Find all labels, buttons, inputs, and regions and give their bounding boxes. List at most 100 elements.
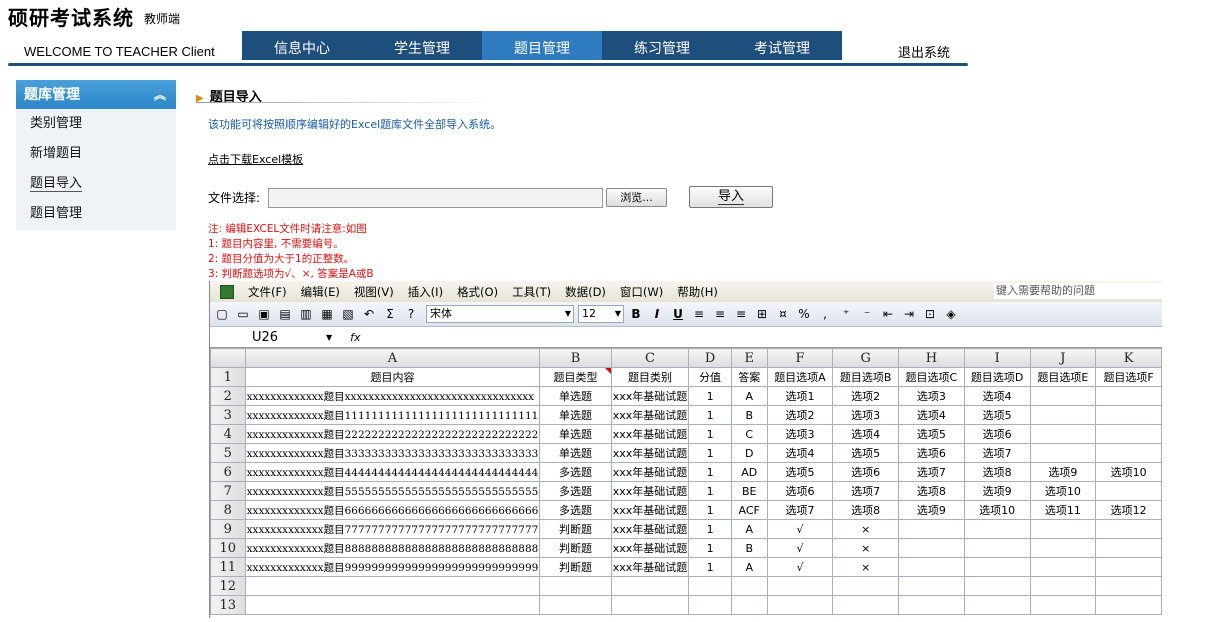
excel-cell: xxxxxxxxxxxxx题目2222222222222222222222222… xyxy=(244,424,541,444)
excel-cell: 分值 xyxy=(688,367,732,387)
excel-cell: 选项7 xyxy=(963,443,1031,463)
excel-row: 8 xxxxxxxxxxxxx题目666666666666666666666666… xyxy=(210,500,1162,520)
nav-student-management[interactable]: 学生管理 xyxy=(362,31,482,60)
excel-cell xyxy=(244,595,541,615)
excel-cell xyxy=(1095,386,1162,406)
column-letter: D xyxy=(688,348,732,368)
excel-cell: xxxxxxxxxxxxx题目6666666666666666666666666… xyxy=(244,500,541,520)
logout-link[interactable]: 退出系统 xyxy=(898,42,950,61)
nav-info-center[interactable]: 信息中心 xyxy=(242,31,362,60)
excel-cell: xxx年基础试题 xyxy=(610,519,690,539)
excel-cell xyxy=(898,557,965,577)
excel-cell: 选项11 xyxy=(1029,500,1097,520)
row-number: 5 xyxy=(210,443,246,463)
excel-cell: 判断题 xyxy=(539,557,612,577)
excel-cell xyxy=(898,595,965,615)
excel-cell: xxxxxxxxxxxxx题目xxxxxxxxxxxxxxxxxxxxxxxxx… xyxy=(244,386,541,406)
excel-cell: 选项4 xyxy=(832,424,900,444)
excel-cell: 1 xyxy=(688,405,732,425)
dropdown-arrow-icon: ▼ xyxy=(564,309,571,318)
browse-button[interactable]: 浏览... xyxy=(606,188,667,207)
sidebar-item-import[interactable]: 题目导入 xyxy=(16,169,176,199)
excel-menu-item: 窗口(W) xyxy=(619,284,664,299)
excel-cell: 单选题 xyxy=(539,443,612,463)
file-path-input[interactable] xyxy=(268,188,603,208)
excel-cell: 选项7 xyxy=(898,462,965,482)
excel-row: 11 xxxxxxxxxxxxx题目99999999999999999999999… xyxy=(210,557,1162,577)
align-left-icon: ≡ xyxy=(693,307,705,321)
excel-menu-item: 数据(D) xyxy=(565,284,606,299)
excel-cell: AD xyxy=(730,462,768,482)
outdent-icon: ⇥ xyxy=(903,307,915,321)
row-number: 9 xyxy=(210,519,246,539)
sum-icon: Σ xyxy=(386,307,394,321)
excel-cell: 1 xyxy=(688,386,732,406)
note-line: 1: 题目内容里, 不需要编号。 xyxy=(208,238,344,250)
excel-cell: A xyxy=(730,386,768,406)
excel-cell: 题目选项D xyxy=(963,367,1031,387)
excel-cell xyxy=(963,595,1031,615)
note-line: 3: 判断题选项为√、×, 答案是A或B xyxy=(208,268,374,280)
excel-cell: × xyxy=(832,538,900,558)
excel-cell: 选项10 xyxy=(1029,481,1097,501)
nav-practice-management[interactable]: 练习管理 xyxy=(602,31,722,60)
font-select: 宋体 ▼ xyxy=(426,305,574,323)
excel-app-icon xyxy=(220,284,234,299)
app-title: 硕研考试系统 xyxy=(8,6,134,30)
sidebar-item-question-management[interactable]: 题目管理 xyxy=(16,199,176,229)
excel-cell: 选项2 xyxy=(766,405,834,425)
excel-cell xyxy=(1029,557,1097,577)
excel-cell: 选项6 xyxy=(898,443,965,463)
nav-exam-management[interactable]: 考试管理 xyxy=(722,31,842,60)
help-icon: ? xyxy=(407,307,415,321)
sidebar-item-category[interactable]: 类别管理 xyxy=(16,109,176,139)
top-nav: 信息中心 学生管理 题目管理 练习管理 考试管理 xyxy=(242,31,842,60)
column-letter: G xyxy=(832,348,900,368)
file-select-label: 文件选择: xyxy=(208,191,261,205)
excel-cell: 题目选项A xyxy=(766,367,834,387)
excel-menu-item: 帮助(H) xyxy=(677,284,718,299)
preview-icon: ▦ xyxy=(321,307,333,321)
excel-cell: √ xyxy=(766,557,834,577)
row-number: 6 xyxy=(210,462,246,482)
sidebar-header[interactable]: 题库管理 ︽ xyxy=(16,80,176,109)
paste-icon: ▧ xyxy=(342,307,354,321)
excel-cell: A xyxy=(730,519,768,539)
excel-menu-item: 工具(T) xyxy=(512,284,552,299)
import-button[interactable]: 导入 xyxy=(689,186,773,208)
excel-cell xyxy=(1095,443,1162,463)
double-chevron-up-icon[interactable]: ︽ xyxy=(154,80,166,110)
excel-menu-item: 文件(F) xyxy=(248,284,287,299)
excel-cell: xxx年基础试题 xyxy=(610,443,690,463)
excel-cell: 选项7 xyxy=(832,481,900,501)
excel-cell xyxy=(610,576,690,596)
column-letter: F xyxy=(766,348,834,368)
row-number: 2 xyxy=(210,386,246,406)
row-number: 7 xyxy=(210,481,246,501)
sidebar-item-label: 题目管理 xyxy=(30,206,83,221)
excel-cell xyxy=(1029,519,1097,539)
excel-cell: 1 xyxy=(688,519,732,539)
excel-cell xyxy=(1095,538,1162,558)
excel-cell xyxy=(766,576,834,596)
excel-cell: 选项5 xyxy=(832,443,900,463)
download-template-link[interactable]: 点击下载Excel模板 xyxy=(208,151,303,167)
excel-cell: × xyxy=(832,557,900,577)
excel-cell xyxy=(1029,576,1097,596)
nav-question-management[interactable]: 题目管理 xyxy=(482,31,602,60)
column-letter: C xyxy=(610,348,690,368)
excel-cell xyxy=(730,595,768,615)
excel-example-image: 文件(F) 编辑(E) 视图(V) 插入(I) 格式(O) 工具(T) 数据(D… xyxy=(209,281,1162,618)
excel-cell: 选项3 xyxy=(766,424,834,444)
sidebar-item-add-question[interactable]: 新增题目 xyxy=(16,139,176,169)
bold-icon: B xyxy=(631,307,641,321)
excel-cell: 1 xyxy=(688,443,732,463)
note-line: 2: 题目分值为大于1的正整数。 xyxy=(208,253,355,265)
excel-row: 9 xxxxxxxxxxxxx题目777777777777777777777777… xyxy=(210,519,1162,539)
excel-cell xyxy=(539,576,612,596)
excel-cell: 选项3 xyxy=(832,405,900,425)
column-letter: I xyxy=(963,348,1031,368)
import-button-label: 导入 xyxy=(717,189,744,205)
excel-cell: 选项5 xyxy=(766,462,834,482)
percent-icon: % xyxy=(798,307,810,321)
